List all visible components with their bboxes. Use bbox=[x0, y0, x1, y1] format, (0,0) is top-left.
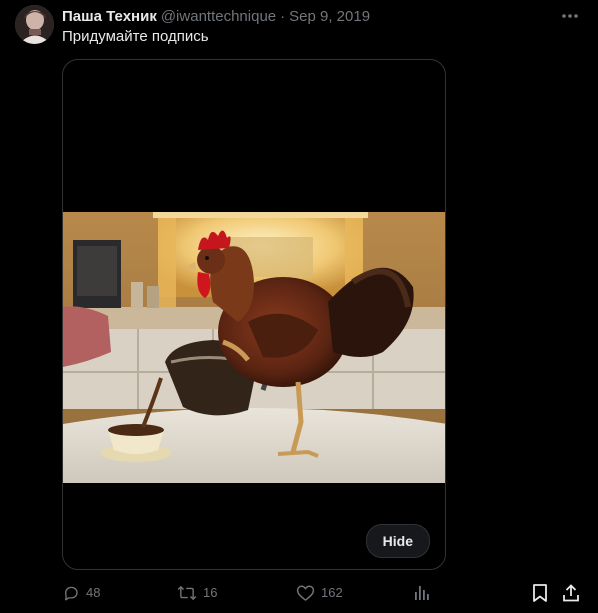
bookmark-button[interactable] bbox=[529, 582, 551, 604]
tweet-media[interactable]: Hide bbox=[62, 59, 446, 570]
views-button[interactable] bbox=[411, 582, 433, 604]
reply-button[interactable]: 48 bbox=[62, 582, 100, 604]
tweet-actions: 48 16 162 bbox=[62, 582, 584, 604]
like-count: 162 bbox=[321, 585, 343, 600]
tweet-header: Паша Техник @iwanttechnique · Sep 9, 201… bbox=[62, 6, 370, 26]
separator-dot: · bbox=[280, 7, 286, 25]
like-button[interactable]: 162 bbox=[296, 582, 343, 604]
tweet: Паша Техник @iwanttechnique · Sep 9, 201… bbox=[0, 0, 598, 613]
avatar[interactable] bbox=[15, 5, 54, 44]
display-name[interactable]: Паша Техник bbox=[62, 8, 157, 25]
user-handle[interactable]: @iwanttechnique bbox=[161, 8, 276, 25]
bookmark-icon bbox=[533, 584, 547, 602]
reply-count: 48 bbox=[86, 585, 101, 600]
more-options-button[interactable] bbox=[560, 8, 580, 24]
rooster-photo[interactable] bbox=[63, 212, 445, 483]
retweet-icon bbox=[177, 585, 197, 601]
tweet-date[interactable]: Sep 9, 2019 bbox=[289, 8, 370, 25]
analytics-icon bbox=[415, 586, 429, 600]
tweet-text: Придумайте подпись bbox=[62, 28, 209, 45]
retweet-count: 16 bbox=[203, 585, 218, 600]
retweet-button[interactable]: 16 bbox=[177, 582, 217, 604]
heart-icon bbox=[296, 585, 315, 601]
share-button[interactable] bbox=[560, 582, 582, 604]
hide-media-button[interactable]: Hide bbox=[365, 524, 430, 558]
more-horizontal-icon bbox=[562, 14, 578, 18]
reply-icon bbox=[65, 586, 78, 601]
share-icon bbox=[563, 584, 579, 602]
